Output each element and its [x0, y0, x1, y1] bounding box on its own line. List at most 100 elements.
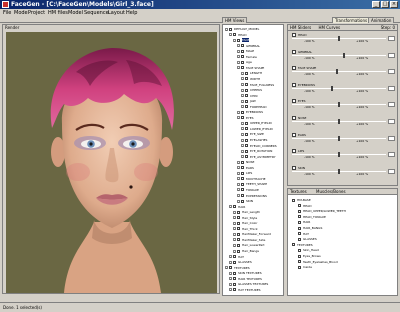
expand-icon[interactable]: -	[237, 166, 240, 170]
tree-item[interactable]: - Hair_Style	[223, 216, 283, 220]
tab-textures[interactable]: Textures	[290, 189, 307, 194]
checkbox-icon[interactable]	[241, 110, 244, 114]
slider-checkbox[interactable]	[292, 82, 296, 87]
expand-icon[interactable]: -	[233, 38, 236, 42]
menu-hm-files[interactable]: HM files	[48, 10, 68, 16]
checkbox-icon[interactable]	[233, 205, 236, 209]
tree-item[interactable]: - GLASSES TEXTURES	[223, 282, 283, 286]
checkbox-icon[interactable]	[245, 71, 248, 75]
minimize-button[interactable]: _	[372, 1, 380, 8]
tree-item[interactable]: - MALE	[223, 49, 283, 53]
checkbox-icon[interactable]	[245, 83, 248, 86]
checkbox-icon[interactable]	[233, 271, 236, 275]
checkbox-icon[interactable]	[241, 182, 244, 186]
feature-item[interactable]: HAIR_BANGS	[298, 226, 322, 231]
tree-item[interactable]: - FACE SHAPE	[223, 66, 283, 70]
checkbox-icon[interactable]	[233, 282, 236, 286]
feature-item[interactable]: HEAD	[298, 204, 312, 209]
tree-item[interactable]: - EYE_SIZE	[223, 132, 283, 136]
expand-icon[interactable]: -	[241, 149, 244, 153]
expand-icon[interactable]: -	[237, 116, 240, 120]
tree-item[interactable]: - EYE_ROTATION	[223, 149, 283, 153]
feature-item[interactable]: TEXTURES	[292, 243, 313, 248]
checkbox-icon[interactable]	[233, 277, 236, 281]
expand-icon[interactable]: -	[237, 194, 240, 198]
slider-value-box[interactable]	[388, 52, 395, 58]
tree-item[interactable]: - CHEEKS	[223, 88, 283, 92]
expand-icon[interactable]: -	[241, 127, 244, 131]
expand-icon[interactable]: -	[237, 199, 240, 203]
checkbox-icon[interactable]	[241, 177, 244, 181]
expand-icon[interactable]: -	[229, 205, 232, 209]
slider-checkbox[interactable]	[292, 149, 296, 154]
expand-icon[interactable]: -	[241, 121, 244, 125]
feature-item[interactable]: HM-BASE	[292, 198, 311, 203]
tree-item[interactable]: - LIPS	[223, 171, 283, 175]
slider-checkbox[interactable]	[292, 49, 296, 54]
checkbox-icon[interactable]	[298, 215, 301, 219]
feature-item[interactable]: Teeth_Eyelashes_Blood	[298, 260, 338, 265]
checkbox-icon[interactable]	[237, 221, 240, 225]
expand-icon[interactable]: -	[241, 155, 244, 159]
tree-item[interactable]: - LENGTH	[223, 71, 283, 75]
expand-icon[interactable]: -	[229, 260, 232, 264]
expand-icon[interactable]: -	[229, 255, 232, 259]
tab-hm-curves[interactable]: HM Curves	[319, 25, 341, 30]
slider-thumb[interactable]	[338, 152, 340, 158]
checkbox-icon[interactable]	[237, 227, 240, 231]
tab-hm-sliders[interactable]: HM Sliders	[290, 25, 311, 30]
feature-item[interactable]: Inside	[298, 265, 312, 270]
checkbox-icon[interactable]	[245, 149, 248, 153]
tree-item[interactable]: - HairMaker_Side	[223, 238, 283, 242]
menu-mode[interactable]: Mode	[14, 10, 28, 16]
tree-item[interactable]: - MOUTHACHE	[223, 177, 283, 181]
tab-transformations[interactable]: Transformations	[332, 17, 371, 23]
feature-item[interactable]: GLASSES	[298, 237, 317, 242]
expand-icon[interactable]: -	[229, 33, 232, 37]
tree-item[interactable]: - JAW	[223, 99, 283, 103]
tree-item[interactable]: - HAT TEXTURES	[223, 288, 283, 292]
tree-item[interactable]: - EXPRESSIONS	[223, 194, 283, 198]
tree-item[interactable]: - FACE	[223, 38, 283, 43]
checkbox-icon[interactable]	[237, 216, 240, 220]
checkbox-icon[interactable]	[241, 60, 244, 64]
tree-item[interactable]: - CHIN	[223, 94, 283, 98]
checkbox-icon[interactable]	[233, 33, 236, 37]
checkbox-icon[interactable]	[241, 171, 244, 175]
menu-help[interactable]: Help	[126, 10, 137, 16]
feature-item[interactable]: HAIR	[298, 220, 310, 225]
render-viewport[interactable]	[6, 32, 217, 293]
checkbox-icon[interactable]	[245, 127, 248, 131]
checkbox-icon[interactable]	[298, 204, 301, 208]
expand-icon[interactable]: -	[237, 44, 240, 48]
tree-item[interactable]: - SKIN	[223, 199, 283, 203]
checkbox-icon[interactable]	[229, 27, 232, 31]
slider-checkbox[interactable]	[292, 165, 296, 170]
checkbox-icon[interactable]	[298, 260, 301, 264]
slider-value-box[interactable]	[388, 168, 395, 174]
checkbox-icon[interactable]	[241, 160, 244, 164]
tree-item[interactable]: - WIDTH	[223, 77, 283, 81]
tree-item[interactable]: - GLASSES	[223, 260, 283, 264]
expand-icon[interactable]: -	[237, 49, 240, 53]
checkbox-icon[interactable]	[245, 138, 248, 142]
expand-icon[interactable]: -	[237, 177, 240, 181]
expand-icon[interactable]: -	[233, 232, 236, 236]
expand-icon[interactable]: -	[237, 188, 240, 192]
tree-item[interactable]: - EARS	[223, 166, 283, 170]
checkbox-icon[interactable]	[298, 209, 301, 213]
tree-item[interactable]: - FOREHEAD	[223, 105, 283, 109]
checkbox-icon[interactable]	[298, 220, 301, 224]
slider-thumb[interactable]	[338, 36, 340, 41]
tree-item[interactable]: - NOSE	[223, 160, 283, 164]
slider-value-box[interactable]	[388, 69, 395, 75]
tree-item[interactable]: - SKIN TEXTURES	[223, 271, 283, 275]
slider-value-box[interactable]	[388, 152, 395, 158]
checkbox-icon[interactable]	[233, 255, 236, 259]
tree-item[interactable]: - Hair_LowerPart	[223, 243, 283, 247]
checkbox-icon[interactable]	[237, 238, 240, 242]
tree-item[interactable]: - Hair_Bangs	[223, 249, 283, 253]
tree-item[interactable]: - HAIR TEXTURES	[223, 277, 283, 281]
tree-item[interactable]: - EYE_ASYMMETRY	[223, 155, 283, 159]
tab-hm-views[interactable]: HM Views	[222, 17, 248, 23]
